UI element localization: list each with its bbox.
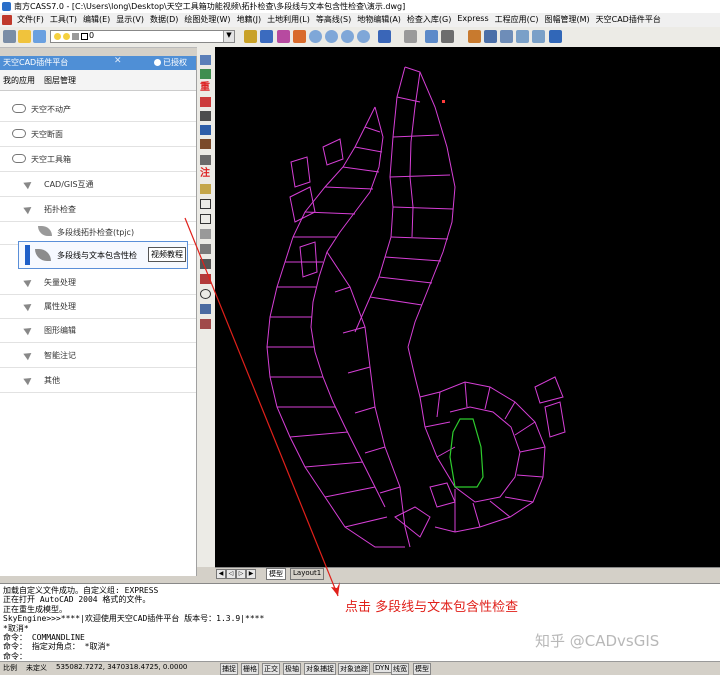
model-toggle[interactable]: 模型	[413, 663, 431, 675]
status-bar: 比例 未定义 535082.7272, 3470318.4725, 0.0000…	[0, 661, 720, 675]
coordinate-readout: 535082.7272, 3470318.4725, 0.0000	[56, 663, 188, 671]
snap-toggle[interactable]: 捕捉	[220, 663, 238, 675]
pointer-line	[184, 217, 339, 597]
otrack-toggle[interactable]: 对象追踪	[338, 663, 370, 675]
polar-toggle[interactable]: 极轴	[283, 663, 301, 675]
lineweight-toggle[interactable]: 线宽	[391, 663, 409, 675]
pointer-overlay	[184, 217, 340, 597]
arrow-head-icon	[331, 582, 340, 596]
ortho-toggle[interactable]: 正交	[262, 663, 280, 675]
grid-toggle[interactable]: 栅格	[241, 663, 259, 675]
osnap-toggle[interactable]: 对象捕捉	[304, 663, 336, 675]
